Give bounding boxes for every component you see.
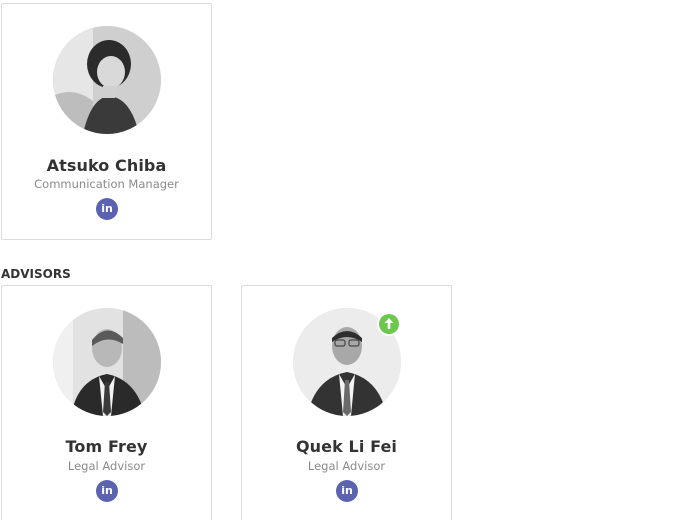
badge-circle bbox=[379, 314, 399, 334]
advisor-card: Quek Li Fei Legal Advisor in bbox=[241, 285, 452, 520]
member-name: Quek Li Fei bbox=[295, 437, 398, 456]
member-role: Communication Manager bbox=[34, 177, 179, 191]
team-page: Atsuko Chiba Communication Manager in AD… bbox=[0, 0, 682, 520]
member-role: Legal Advisor bbox=[307, 459, 386, 473]
avatar bbox=[53, 26, 161, 134]
avatar bbox=[53, 308, 161, 416]
linkedin-icon[interactable]: in bbox=[96, 480, 118, 502]
member-name: Atsuko Chiba bbox=[46, 156, 167, 175]
arrow-up-icon bbox=[377, 312, 401, 336]
member-name: Tom Frey bbox=[65, 437, 148, 456]
member-role: Legal Advisor bbox=[67, 459, 146, 473]
section-title-advisors: ADVISORS bbox=[1, 267, 71, 281]
team-member-card: Atsuko Chiba Communication Manager in bbox=[1, 3, 212, 240]
linkedin-icon[interactable]: in bbox=[336, 480, 358, 502]
advisor-card: Tom Frey Legal Advisor in bbox=[1, 285, 212, 520]
linkedin-icon[interactable]: in bbox=[96, 198, 118, 220]
